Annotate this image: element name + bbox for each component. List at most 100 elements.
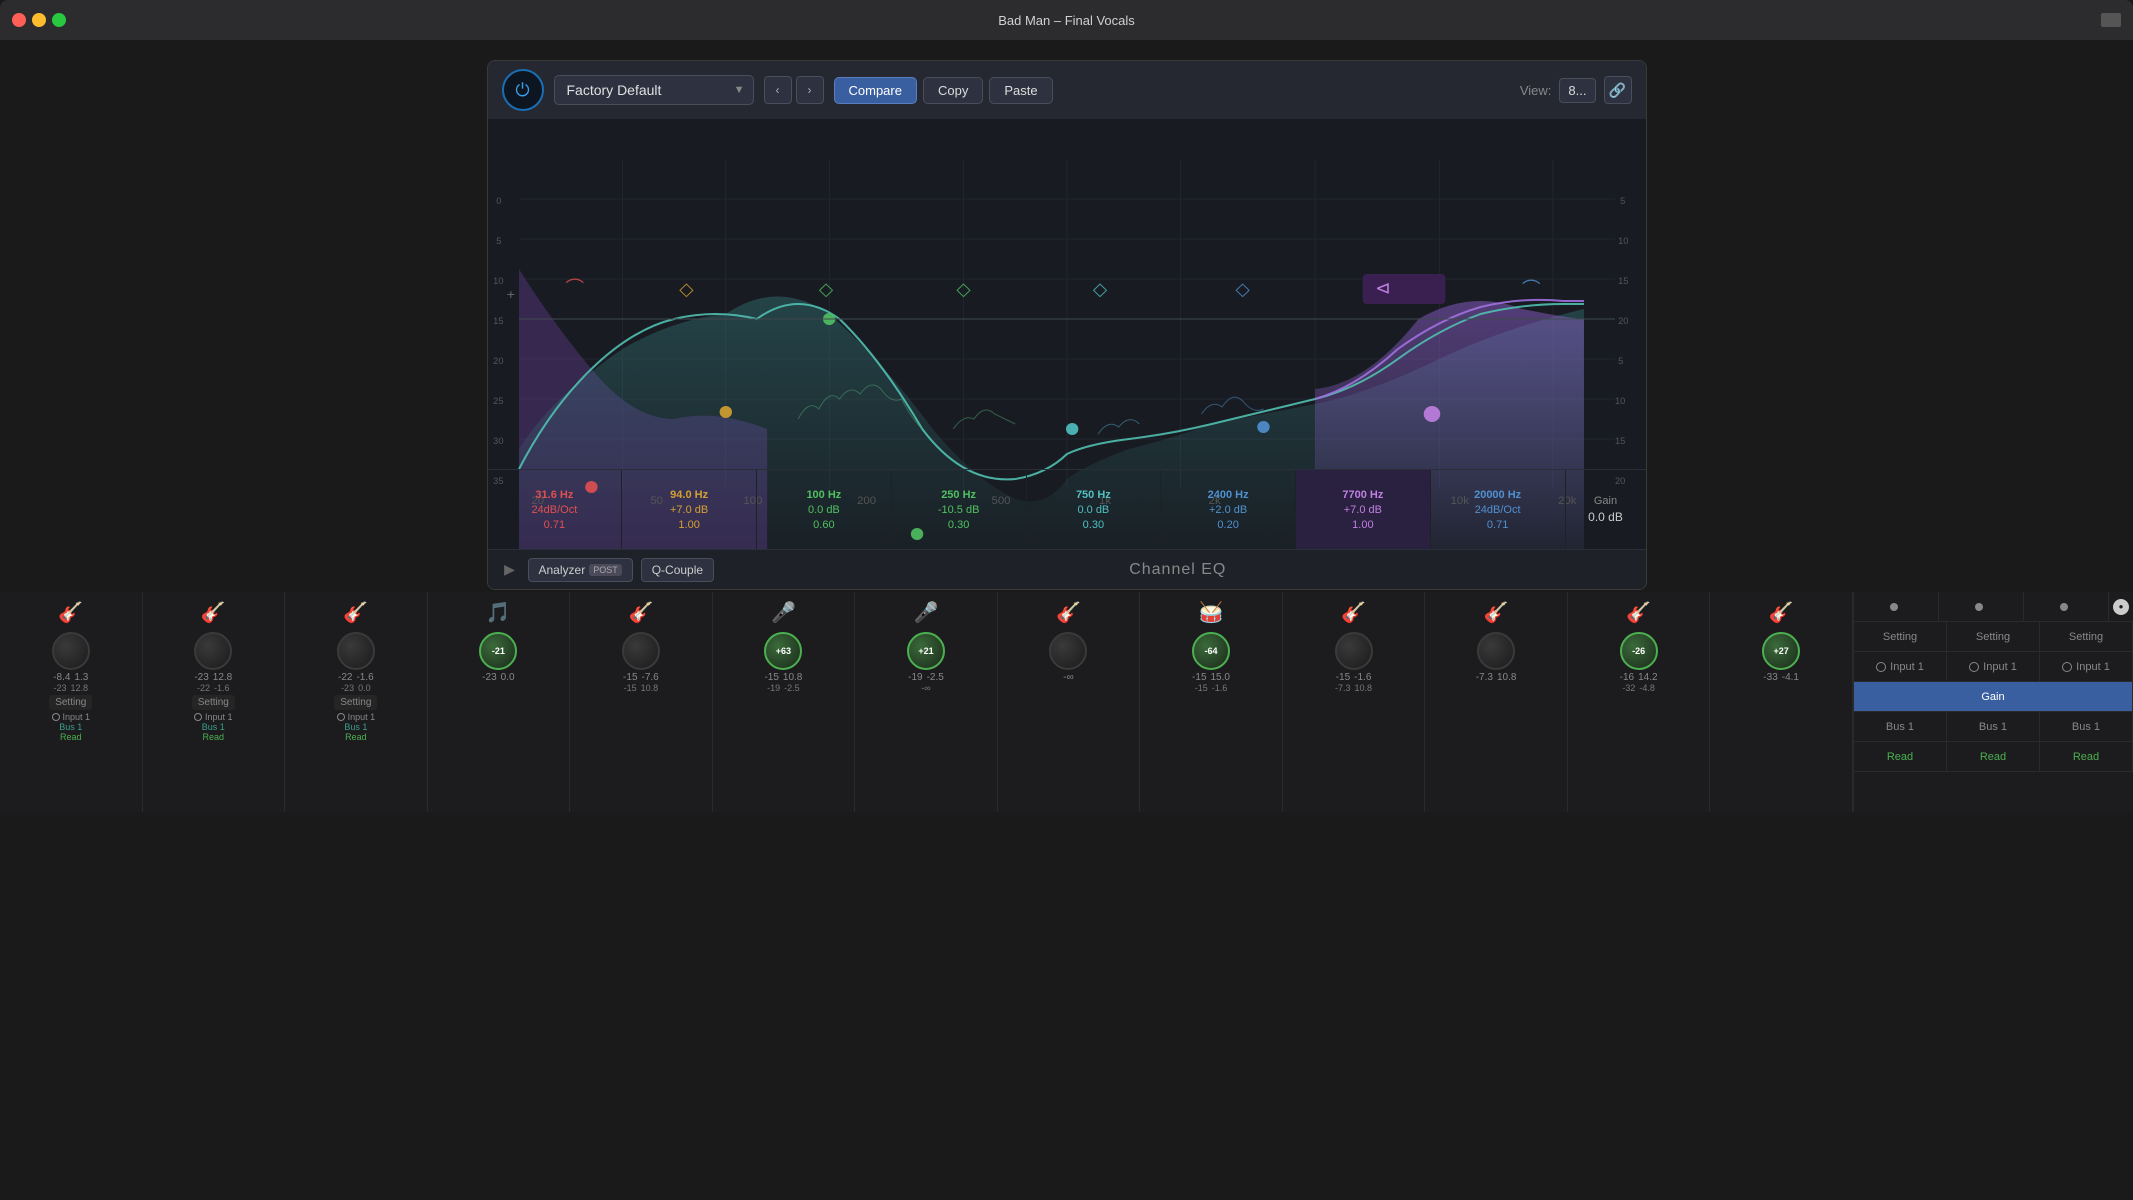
close-button[interactable] [12,13,26,27]
svg-text:25: 25 [493,396,503,406]
rp-inputs-row: Input 1 Input 1 Input 1 [1854,652,2133,682]
ch2-setting[interactable]: Setting [192,695,235,710]
rp-gain-button[interactable]: Gain [1854,682,2133,711]
ch9-knob[interactable]: -64 [1192,632,1230,670]
rp-input-label-1: Input 1 [1890,661,1924,673]
band-7-freq: 7700 Hz [1342,489,1383,501]
band-4-gain: -10.5 dB [938,504,980,516]
band-7-info[interactable]: 7700 Hz +7.0 dB 1.00 [1296,470,1431,549]
play-button[interactable]: ▶ [500,560,520,580]
svg-text:◇: ◇ [818,278,832,299]
ch5-values: -15 -7.6 [623,672,659,683]
band-7-q: 1.00 [1352,519,1373,531]
mixer-channel-8: 🎸 -∞ [998,592,1141,812]
gain-display: Gain 0.0 dB [1566,470,1646,549]
band-6-q: 0.20 [1217,519,1238,531]
dropdown-arrow-icon: ▼ [734,84,745,96]
band-5-info[interactable]: 750 Hz 0.0 dB 0.30 [1027,470,1162,549]
paste-button[interactable]: Paste [989,77,1052,104]
ch4-values: -23 0.0 [482,672,514,683]
ch2-knob[interactable] [194,632,232,670]
ch13-val1: -33 [1763,672,1777,683]
band-3-info[interactable]: 100 Hz 0.0 dB 0.60 [757,470,892,549]
rp-setting-3[interactable]: Setting [2040,622,2133,651]
band-2-info[interactable]: 94.0 Hz +7.0 dB 1.00 [622,470,757,549]
ch4-knob-label: -21 [492,646,505,656]
ch7-knob-label: +21 [918,646,933,656]
preset-dropdown[interactable]: Factory Default ▼ [554,75,754,105]
rp-read-1[interactable]: Read [1854,742,1947,771]
rp-setting-2[interactable]: Setting [1947,622,2040,651]
rp-bus-1: Bus 1 [1854,712,1947,741]
ch1-mode: Read [60,732,82,742]
rp-setting-1[interactable]: Setting [1854,622,1947,651]
minimize-button[interactable] [32,13,46,27]
band-3-q: 0.60 [813,519,834,531]
svg-text:10: 10 [1618,236,1628,246]
ch10-val1: -15 [1336,672,1350,683]
ch9-icon: 🥁 [1195,596,1227,628]
mixer-channel-5: 🎸 -15 -7.6 -1510.8 [570,592,713,812]
ch6-values: -15 10.8 [764,672,802,683]
ch1-values: -8.4 1.3 [53,672,88,683]
view-select[interactable]: 8... [1559,78,1595,103]
ch11-knob[interactable] [1477,632,1515,670]
ch10-icon: 🎸 [1338,596,1370,628]
link-icon: 🔗 [1609,82,1626,99]
rp-read-row: Read Read Read [1854,742,2133,772]
compare-button[interactable]: Compare [834,77,917,104]
band-4-info[interactable]: 250 Hz -10.5 dB 0.30 [892,470,1027,549]
rp-input-3: Input 1 [2040,652,2133,681]
ch1-val1: -8.4 [53,672,70,683]
rp-bus-2: Bus 1 [1947,712,2040,741]
ch1-setting[interactable]: Setting [49,695,92,710]
ch5-icon: 🎸 [625,596,657,628]
ch12-knob[interactable]: -26 [1620,632,1658,670]
power-button[interactable]: ⏻ [502,69,544,111]
svg-text:10: 10 [1614,396,1624,406]
ch6-knob[interactable]: +63 [764,632,802,670]
link-button[interactable]: 🔗 [1604,76,1632,104]
rp-input-circle-2 [1969,662,1979,672]
ch6-val2: 10.8 [783,672,802,683]
ch3-val2: -1.6 [356,672,373,683]
ch3-knob[interactable] [337,632,375,670]
ch10-knob[interactable] [1335,632,1373,670]
rp-read-2[interactable]: Read [1947,742,2040,771]
ch7-knob[interactable]: +21 [907,632,945,670]
svg-text:⊲: ⊲ [1375,277,1391,298]
rp-settings-row: Setting Setting Setting [1854,622,2133,652]
plugin-window: ⏻ Factory Default ▼ ‹ › Compare Copy [487,60,1647,590]
prev-button[interactable]: ‹ [764,76,792,104]
copy-button[interactable]: Copy [923,77,983,104]
mixer-channel-13: 🎸 +27 -33 -4.1 [1710,592,1853,812]
mixer-channel-11: 🎸 -7.3 10.8 [1425,592,1568,812]
ch1-knob[interactable] [52,632,90,670]
band-8-info[interactable]: 20000 Hz 24dB/Oct 0.71 [1431,470,1566,549]
band-2-gain: +7.0 dB [670,504,708,516]
mixer-channels: 🎸 -8.4 1.3 -2312.8 Setting Input 1 [0,592,1853,812]
ch13-knob[interactable]: +27 [1762,632,1800,670]
q-couple-button[interactable]: Q-Couple [641,558,714,582]
maximize-button[interactable] [52,13,66,27]
ch6-val1: -15 [764,672,778,683]
top-controls: ⏻ Factory Default ▼ ‹ › Compare Copy [488,61,1646,119]
band-6-info[interactable]: 2400 Hz +2.0 dB 0.20 [1161,470,1296,549]
action-buttons: Compare Copy Paste [834,77,1053,104]
ch2-val1: -23 [194,672,208,683]
gain-value: 0.0 dB [1588,510,1623,524]
ch5-knob[interactable] [622,632,660,670]
ch4-knob[interactable]: -21 [479,632,517,670]
rp-read-3[interactable]: Read [2040,742,2133,771]
next-button[interactable]: › [796,76,824,104]
analyzer-button[interactable]: Analyzer POST [528,558,633,582]
rp-meters-row: ● [1854,592,2133,622]
ch2-values: -23 12.8 [194,672,232,683]
band-6-freq: 2400 Hz [1208,489,1249,501]
svg-text:15: 15 [1614,436,1624,446]
ch8-knob[interactable] [1049,632,1087,670]
collapse-button[interactable] [2101,13,2121,27]
ch3-setting[interactable]: Setting [334,695,377,710]
band-1-info[interactable]: 31.6 Hz 24dB/Oct 0.71 [488,470,623,549]
ch7-meter: -∞ [921,683,930,693]
